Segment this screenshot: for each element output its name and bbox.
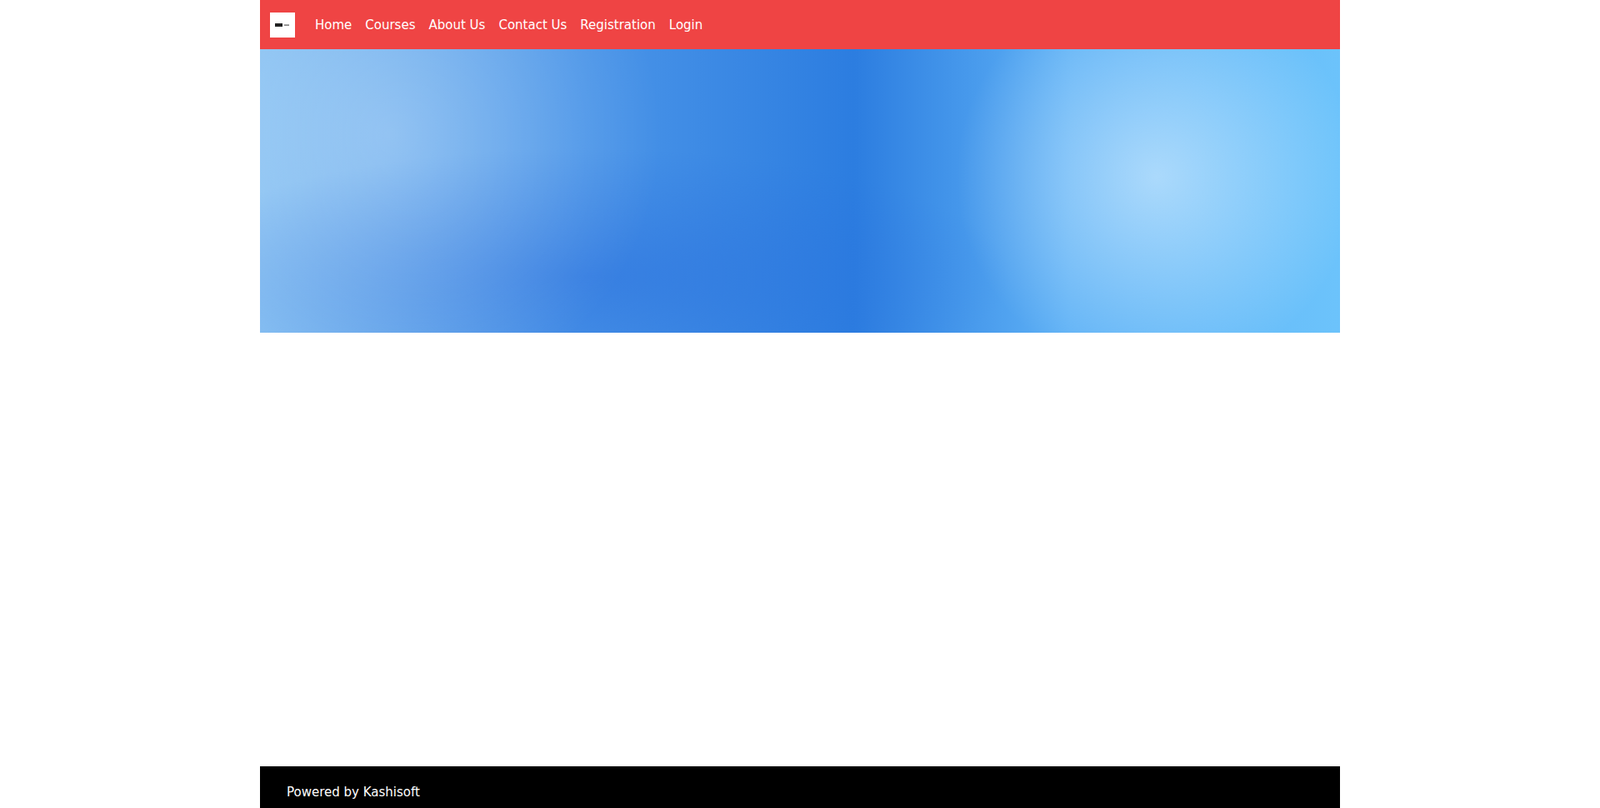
hero-banner	[260, 49, 1340, 333]
footer: Powered by Kashisoft	[260, 765, 1340, 808]
nav-link[interactable]: Courses	[365, 17, 415, 33]
nav-link[interactable]: Contact Us	[498, 17, 567, 33]
main-content	[260, 332, 1340, 766]
nav-link[interactable]: Registration	[580, 17, 655, 33]
navbar: Home Courses About Us Contact Us Registratio…	[260, 0, 1340, 50]
nav-link[interactable]: Home	[315, 17, 352, 33]
page: Home Courses About Us Contact Us Registratio…	[260, 0, 1340, 808]
footer-text: Powered by Kashisoft	[286, 784, 420, 800]
nav-link[interactable]: About Us	[428, 17, 485, 33]
nav-link[interactable]: Login	[669, 17, 703, 33]
nav-menu: Home Courses About Us Contact Us Registratio…	[315, 17, 703, 33]
logo-icon[interactable]	[270, 12, 295, 38]
